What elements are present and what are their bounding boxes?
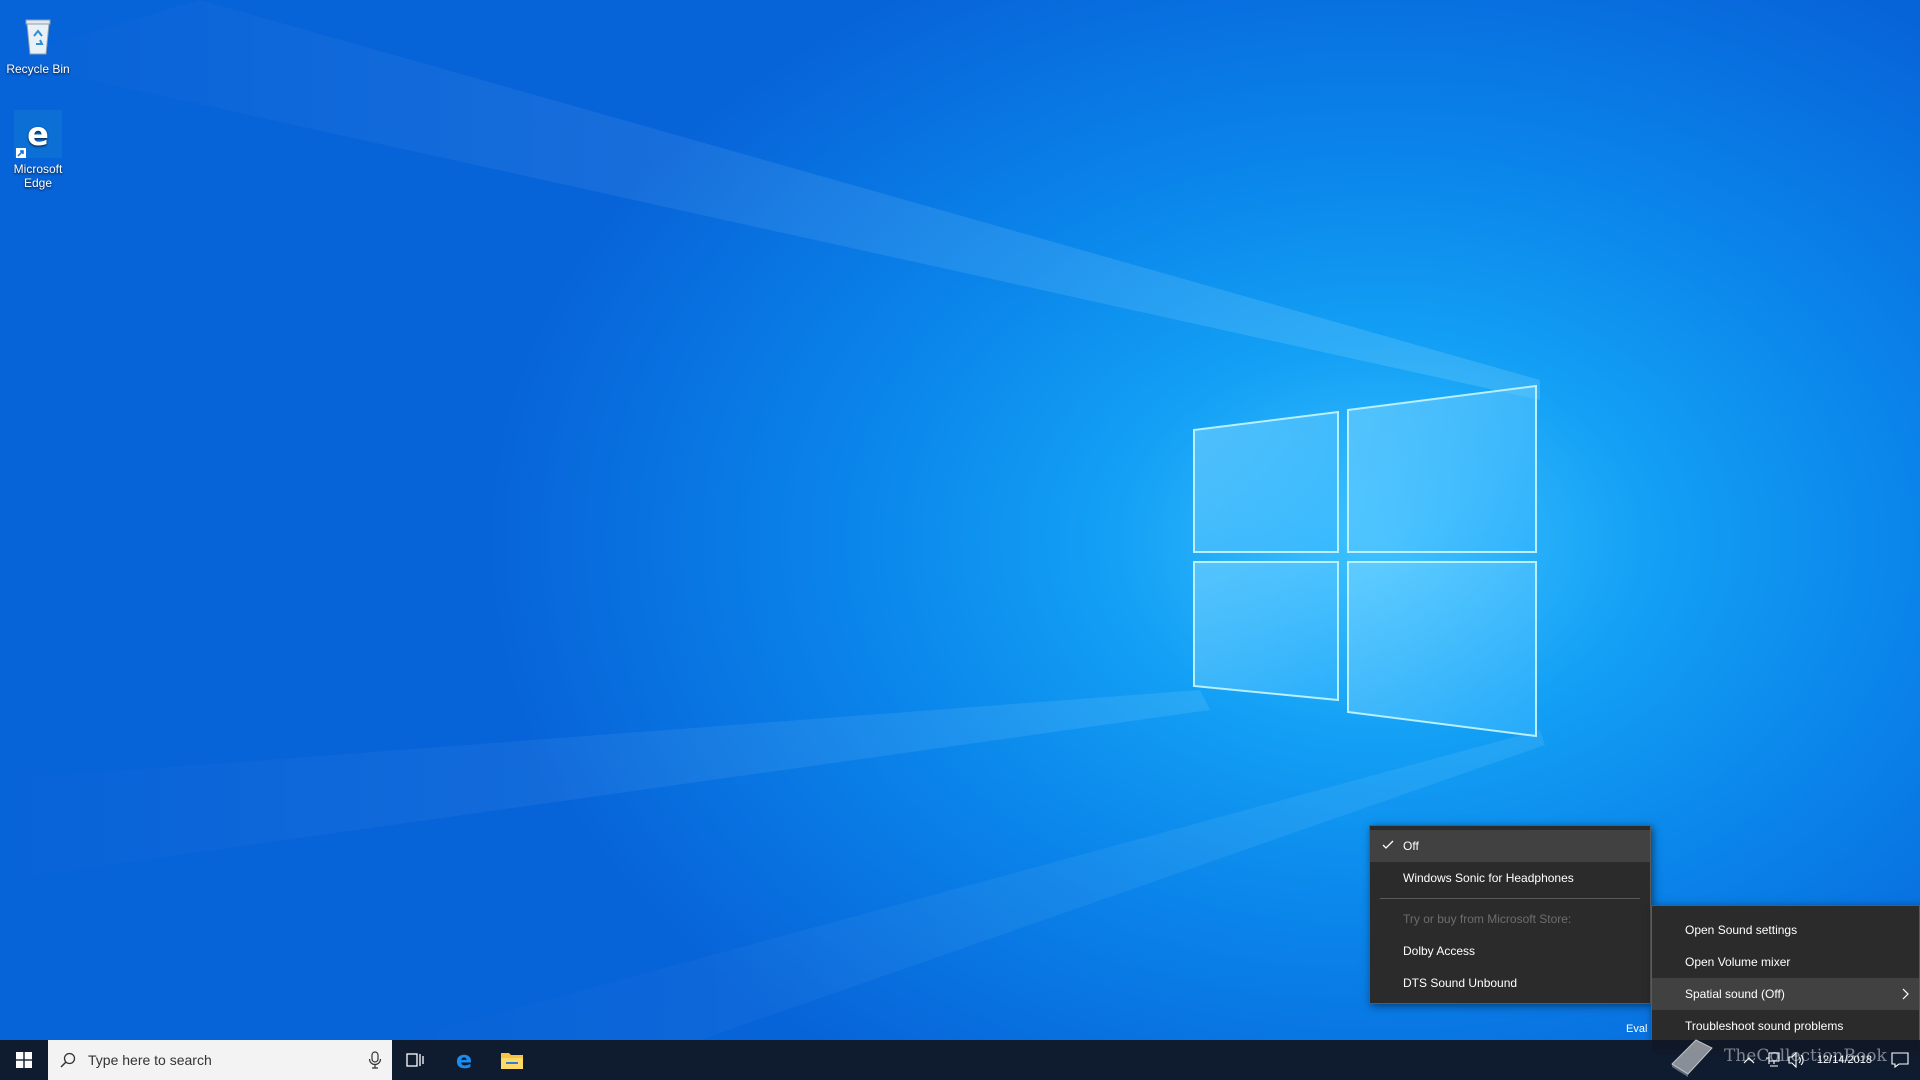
sound-context-menu: Open Sound settings Open Volume mixer Sp… (1651, 905, 1920, 1051)
recycle-bin-icon (14, 10, 62, 58)
book-logo-icon (1671, 1039, 1713, 1077)
start-button[interactable] (0, 1040, 48, 1080)
edge-icon: e (456, 1048, 472, 1072)
microphone-icon[interactable] (368, 1051, 382, 1069)
menu-item-label: Troubleshoot sound problems (1685, 1019, 1844, 1033)
menu-item-label: Spatial sound (Off) (1685, 987, 1785, 1001)
menu-separator (1380, 898, 1640, 899)
recycle-bin-desktop-icon[interactable]: Recycle Bin (4, 4, 72, 76)
search-icon (60, 1052, 76, 1068)
menu-item-off[interactable]: Off (1370, 830, 1650, 862)
svg-text:e: e (27, 115, 49, 153)
menu-item-open-sound-settings[interactable]: Open Sound settings (1652, 914, 1919, 946)
checkmark-icon (1382, 839, 1394, 854)
menu-item-spatial-sound[interactable]: Spatial sound (Off) (1652, 978, 1919, 1010)
watermark: TheCollectionBook (1666, 1032, 1920, 1080)
taskbar-file-explorer-button[interactable] (488, 1040, 536, 1080)
recycle-bin-label: Recycle Bin (6, 62, 70, 76)
chevron-right-icon (1901, 988, 1911, 1003)
menu-item-dolby-access[interactable]: Dolby Access (1370, 935, 1650, 967)
svg-text:e: e (456, 1048, 472, 1072)
menu-item-label: Open Volume mixer (1685, 955, 1791, 969)
microsoft-edge-desktop-icon[interactable]: e Microsoft Edge (4, 104, 72, 190)
menu-item-label: Try or buy from Microsoft Store: (1403, 912, 1572, 926)
watermark-text: TheCollectionBook (1724, 1046, 1887, 1066)
menu-item-open-volume-mixer[interactable]: Open Volume mixer (1652, 946, 1919, 978)
taskbar-edge-button[interactable]: e (440, 1040, 488, 1080)
menu-store-header: Try or buy from Microsoft Store: (1370, 903, 1650, 935)
menu-item-label: Open Sound settings (1685, 923, 1798, 937)
microsoft-edge-label: Microsoft Edge (13, 162, 63, 190)
spatial-sound-submenu: Off Windows Sonic for Headphones Try or … (1369, 825, 1651, 1004)
taskbar-search-box[interactable]: Type here to search (48, 1040, 392, 1080)
file-explorer-icon (501, 1053, 523, 1069)
taskbar: Type here to search e 12/14/2018 (0, 1040, 1920, 1080)
evaluation-text: Eval (1626, 1023, 1648, 1035)
menu-item-label: DTS Sound Unbound (1403, 976, 1518, 990)
menu-item-windows-sonic[interactable]: Windows Sonic for Headphones (1370, 862, 1650, 894)
search-placeholder: Type here to search (88, 1052, 212, 1068)
menu-item-label: Windows Sonic for Headphones (1403, 871, 1574, 885)
edge-icon: e (14, 110, 62, 158)
windows-start-icon (16, 1052, 32, 1068)
menu-item-dts-sound-unbound[interactable]: DTS Sound Unbound (1370, 967, 1650, 999)
menu-item-label: Off (1403, 839, 1419, 853)
task-view-icon (406, 1053, 424, 1067)
menu-item-label: Dolby Access (1403, 944, 1476, 958)
task-view-button[interactable] (392, 1040, 440, 1080)
windows-logo-wallpaper (1190, 380, 1550, 740)
